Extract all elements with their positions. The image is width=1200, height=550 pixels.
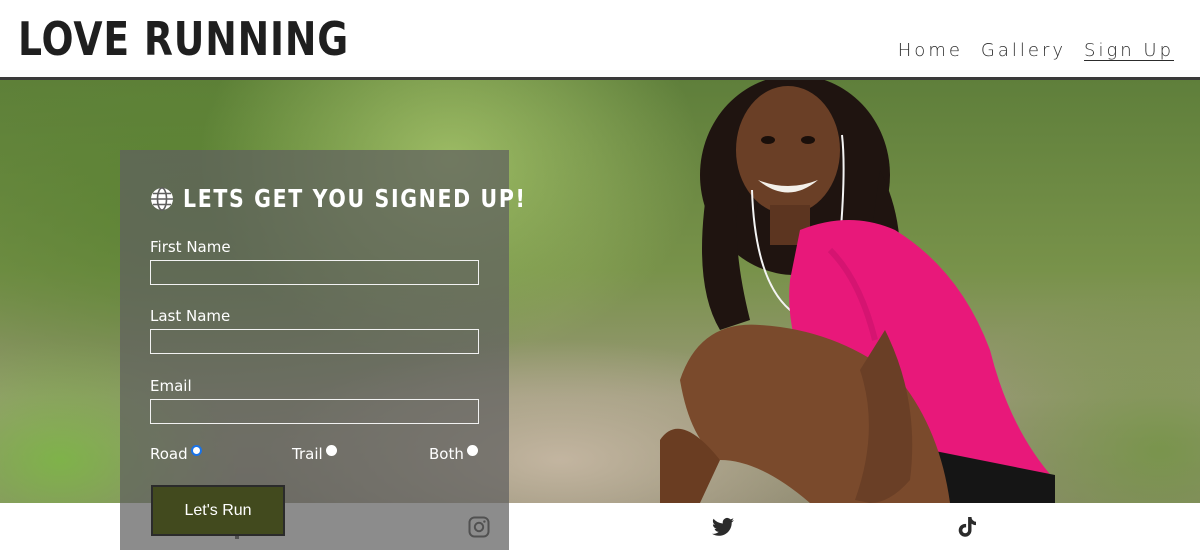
twitter-icon[interactable] [711, 515, 735, 539]
main-nav: Home Gallery Sign Up [898, 40, 1174, 61]
radio-both-label: Both [429, 445, 464, 463]
email-label: Email [150, 377, 192, 395]
nav-gallery-link[interactable]: Gallery [981, 40, 1066, 61]
radio-trail-button[interactable] [325, 444, 337, 456]
email-input[interactable] [150, 399, 479, 424]
site-header: LOVE RUNNING Home Gallery Sign Up [0, 0, 1200, 80]
site-logo[interactable]: LOVE RUNNING [18, 12, 349, 66]
last-name-label: Last Name [150, 307, 231, 325]
radio-both-button[interactable] [466, 444, 478, 456]
radio-trail[interactable]: Trail [292, 444, 337, 463]
form-title: LETS GET YOU SIGNED UP! [150, 184, 602, 213]
first-name-label: First Name [150, 238, 231, 256]
radio-road-label: Road [150, 445, 188, 463]
lets-run-button[interactable]: Let's Run [151, 485, 285, 536]
tiktok-icon[interactable] [955, 515, 979, 539]
runner-photo [660, 80, 1055, 503]
globe-icon [151, 186, 173, 211]
radio-both[interactable]: Both [429, 444, 478, 463]
radio-road-button[interactable] [190, 444, 202, 456]
radio-trail-label: Trail [292, 445, 323, 463]
form-heading: LETS GET YOU SIGNED UP! [183, 184, 527, 213]
first-name-input[interactable] [150, 260, 479, 285]
nav-home-link[interactable]: Home [898, 40, 963, 61]
radio-road[interactable]: Road [150, 444, 202, 463]
signup-form: LETS GET YOU SIGNED UP! First Name Last … [120, 150, 525, 550]
last-name-input[interactable] [150, 329, 479, 354]
nav-signup-link[interactable]: Sign Up [1084, 40, 1174, 61]
